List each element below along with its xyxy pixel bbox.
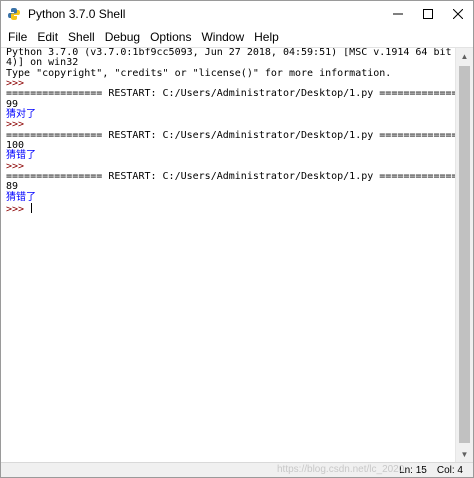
shell-line: 89 (6, 181, 19, 193)
shell-line: 猜错了 (6, 150, 36, 162)
scrollbar-thumb[interactable] (459, 66, 470, 443)
title-bar[interactable]: Python 3.7.0 Shell (1, 1, 473, 27)
close-icon (453, 9, 463, 19)
window-title: Python 3.7.0 Shell (28, 7, 126, 21)
watermark: https://blog.csdn.net/lc_2020 (277, 464, 405, 475)
shell-line: ================ RESTART: C:/Users/Admin… (6, 129, 458, 141)
menu-bar: File Edit Shell Debug Options Window Hel… (1, 27, 473, 47)
shell-line: >>> (6, 203, 33, 216)
minimize-icon (393, 13, 403, 15)
shell-line: 猜错了 (6, 191, 36, 203)
menu-window[interactable]: Window (196, 27, 249, 47)
idle-shell-window: Python 3.7.0 Shell File Edit Shell Debug… (0, 0, 474, 478)
menu-file[interactable]: File (3, 27, 32, 47)
minimize-button[interactable] (383, 1, 413, 27)
scroll-down-icon[interactable]: ▼ (456, 446, 473, 463)
shell-line: ================ RESTART: C:/Users/Admin… (6, 171, 458, 183)
shell-line: ================ RESTART: C:/Users/Admin… (6, 88, 458, 100)
menu-debug[interactable]: Debug (100, 27, 145, 47)
shell-line: 99 (6, 98, 19, 110)
shell-text-area[interactable]: Python 3.7.0 (v3.7.0:1bf9cc5093, Jun 27 … (3, 48, 458, 462)
menu-options[interactable]: Options (145, 27, 196, 47)
python-icon (6, 6, 22, 22)
menu-edit[interactable]: Edit (32, 27, 63, 47)
shell-line: 猜对了 (6, 109, 36, 121)
text-cursor (31, 203, 33, 214)
menu-help[interactable]: Help (249, 27, 284, 47)
status-col: Col: 4 (436, 464, 463, 476)
shell-line: 100 (6, 140, 25, 152)
maximize-icon (423, 9, 433, 19)
menu-shell[interactable]: Shell (63, 27, 100, 47)
close-button[interactable] (443, 1, 473, 27)
shell-line: Type "copyright", "credits" or "license(… (6, 67, 392, 79)
vertical-scrollbar[interactable]: ▲ ▼ (455, 48, 473, 463)
maximize-button[interactable] (413, 1, 443, 27)
scroll-up-icon[interactable]: ▲ (456, 48, 473, 65)
